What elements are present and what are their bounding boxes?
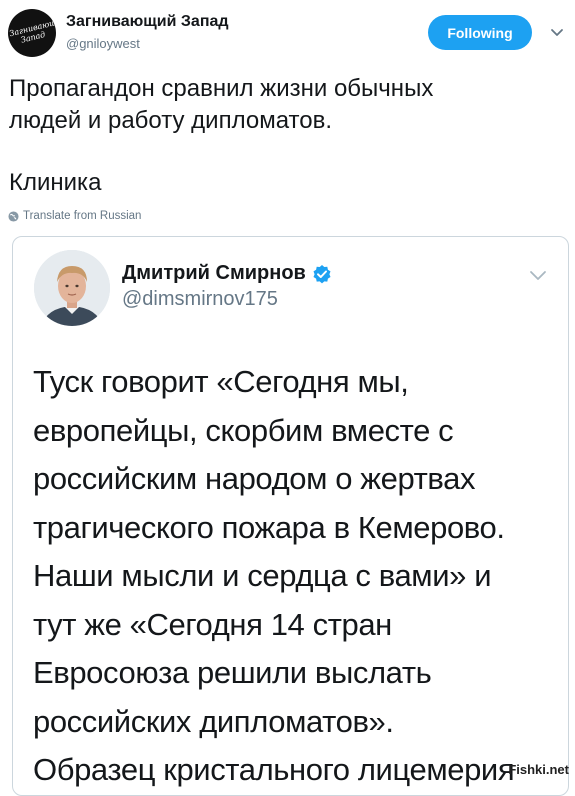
following-button[interactable]: Following [428, 15, 532, 50]
verified-badge-icon [313, 264, 331, 283]
tweet-line: Пропагандон сравнил жизни обычных [9, 75, 434, 102]
author-avatar[interactable]: Загнивающий Запад [8, 9, 56, 57]
quoted-tweet-text: Туск говорит «Сегодня мы, европейцы, ско… [33, 358, 553, 795]
quoted-text-line: Образец кристального лицемерия [33, 752, 515, 787]
quoted-author-handle[interactable]: @dimsmirnov175 [122, 288, 278, 311]
quoted-text-line: европейцы, скорбим вместе с [33, 412, 454, 448]
translate-link[interactable]: Translate from Russian [8, 210, 141, 222]
avatar-logo-text: Загнивающий Запад [8, 15, 56, 45]
tweet-line: людей и работу дипломатов. [9, 107, 333, 134]
globe-icon [8, 210, 19, 222]
quoted-text-line: российских дипломатов». [33, 703, 394, 739]
quoted-author-name[interactable]: Дмитрий Смирнов [122, 262, 332, 285]
quoted-text-line: трагического пожара в Кемерово. [33, 509, 505, 545]
translate-label: Translate from Russian [23, 210, 142, 222]
quoted-text-line: российским народом о жертвах [33, 461, 476, 496]
quoted-author-avatar[interactable] [34, 250, 110, 326]
person-photo [34, 250, 110, 326]
chevron-down-icon[interactable] [528, 265, 548, 285]
tweet-line: Клиника [9, 169, 102, 196]
quoted-author-name-text: Дмитрий Смирнов [122, 262, 306, 284]
quoted-text-line: Туск говорит «Сегодня мы, [33, 364, 409, 399]
author-handle[interactable]: @gniloywest [66, 36, 140, 51]
watermark: Fishki.net [508, 762, 569, 777]
chevron-down-icon[interactable] [549, 24, 565, 40]
author-name[interactable]: Загнивающий Запад [66, 13, 229, 31]
tweet-text: Пропагандон сравнил жизни обычных людей … [9, 73, 564, 199]
quoted-text-line: тут же «Сегодня 14 стран [33, 606, 392, 642]
quoted-tweet[interactable]: Дмитрий Смирнов @dimsmirnov175 Туск гово… [12, 236, 569, 796]
quoted-text-line: Наши мысли и сердца с вами» и [33, 558, 492, 593]
quoted-text-line: Евросоюза решили выслать [33, 655, 432, 690]
